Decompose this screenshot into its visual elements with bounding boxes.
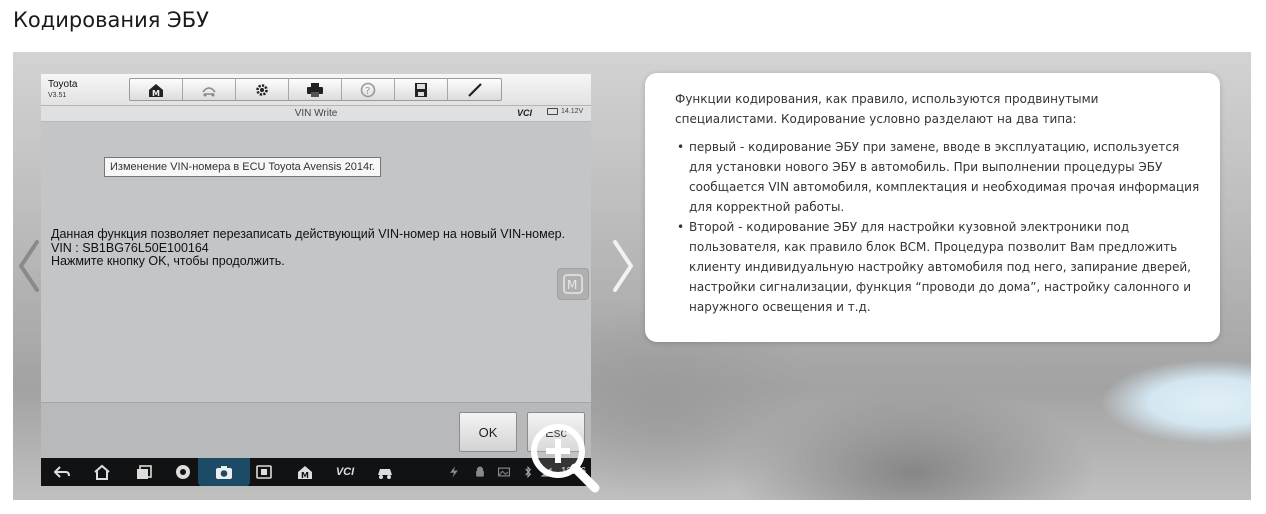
message-text: Данная функция позволяет перезаписать де…	[51, 227, 581, 269]
toolbar-help-button[interactable]: ?	[342, 79, 395, 100]
nav-recent-button[interactable]	[133, 462, 155, 482]
print-icon	[307, 82, 323, 97]
description-card: Функции кодирования, как правило, исполь…	[645, 73, 1220, 342]
hint-tooltip: Изменение VIN-номера в ECU Toyota Avensi…	[104, 157, 381, 177]
android-icon	[476, 466, 484, 477]
lightning-icon	[450, 466, 458, 478]
pen-icon	[467, 82, 482, 97]
tablet-top-bar: Toyota V3.51 M ?	[41, 74, 591, 106]
tablet-screenshot[interactable]: Toyota V3.51 M ? VIN Write VCI 14.12V Из…	[41, 74, 591, 486]
car-icon	[202, 86, 216, 96]
nav-chrome-button[interactable]	[172, 462, 194, 482]
svg-text:M: M	[152, 89, 160, 98]
vin-line: VIN : SB1BG76L50E100164	[51, 240, 209, 255]
brand-name: Toyota	[48, 79, 78, 90]
screen-title: VIN Write	[294, 108, 338, 119]
svg-text:?: ?	[365, 86, 370, 97]
nav-camera-button[interactable]	[198, 458, 250, 486]
gear-icon	[256, 83, 268, 96]
ok-button[interactable]: OK	[459, 412, 517, 452]
nav-vci-button[interactable]: VCI	[331, 462, 359, 482]
tablet-status-bar: VIN Write VCI 14.12V	[41, 106, 591, 122]
floating-menu-button[interactable]: M	[557, 268, 589, 300]
help-icon: ?	[360, 82, 376, 97]
toolbar-edit-button[interactable]	[448, 79, 501, 100]
tablet-toolbar: M ?	[129, 78, 502, 101]
brand-version: V3.51	[48, 92, 67, 99]
camera-icon	[216, 466, 232, 479]
list-item: Второй - кодирование ЭБУ для настройки к…	[675, 217, 1202, 317]
battery-voltage: 14.12V	[561, 108, 584, 115]
status-android-icon	[473, 462, 487, 482]
android-navbar: M VCI 13:46	[41, 458, 591, 486]
toolbar-save-button[interactable]	[395, 79, 448, 100]
slider-next-button[interactable]	[607, 236, 637, 296]
card-intro: Функции кодирования, как правило, исполь…	[675, 92, 1099, 126]
m-logo-icon: M	[563, 274, 583, 294]
toolbar-print-button[interactable]	[289, 79, 342, 100]
list-item: первый - кодирование ЭБУ при замене, вво…	[675, 137, 1202, 217]
garage-icon: M	[298, 466, 312, 480]
battery-indicator: 14.12V	[547, 108, 583, 115]
nav-garage-button[interactable]: M	[294, 462, 316, 482]
toolbar-vehicle-button[interactable]	[183, 79, 236, 100]
nav-home-button[interactable]	[91, 462, 113, 482]
home-icon	[94, 464, 110, 480]
scan-icon	[256, 465, 272, 479]
status-flash-icon	[447, 462, 461, 482]
save-icon	[415, 82, 427, 97]
car-icon	[378, 469, 392, 479]
svg-text:M: M	[301, 471, 309, 480]
vci-indicator: VCI	[517, 108, 533, 118]
toolbar-settings-button[interactable]	[236, 79, 289, 100]
tablet-brand: Toyota V3.51	[48, 79, 77, 101]
recent-apps-icon	[137, 465, 152, 479]
chevron-right-icon	[613, 240, 633, 292]
svg-text:M: M	[567, 278, 577, 292]
battery-icon	[547, 108, 558, 115]
message-line: Нажмите кнопку OK, чтобы продолжить.	[51, 254, 285, 268]
status-image-icon	[497, 462, 511, 482]
zoom-in-icon	[531, 424, 600, 493]
back-icon	[53, 466, 70, 478]
tablet-button-bar: OK Esc	[41, 402, 591, 458]
chrome-icon	[176, 465, 190, 479]
nav-scan-button[interactable]	[253, 462, 275, 482]
home-icon: M	[149, 83, 163, 98]
card-list: первый - кодирование ЭБУ при замене, вво…	[675, 137, 1202, 317]
image-icon	[497, 467, 511, 477]
page-title: Кодирования ЭБУ	[13, 8, 209, 32]
image-slider: Toyota V3.51 M ? VIN Write VCI 14.12V Из…	[13, 52, 1251, 500]
message-line: Данная функция позволяет перезаписать де…	[51, 227, 566, 241]
toolbar-home-button[interactable]: M	[130, 79, 183, 100]
zoom-button[interactable]	[525, 418, 605, 498]
nav-vehicle-button[interactable]	[374, 462, 396, 482]
nav-back-button[interactable]	[51, 462, 73, 482]
